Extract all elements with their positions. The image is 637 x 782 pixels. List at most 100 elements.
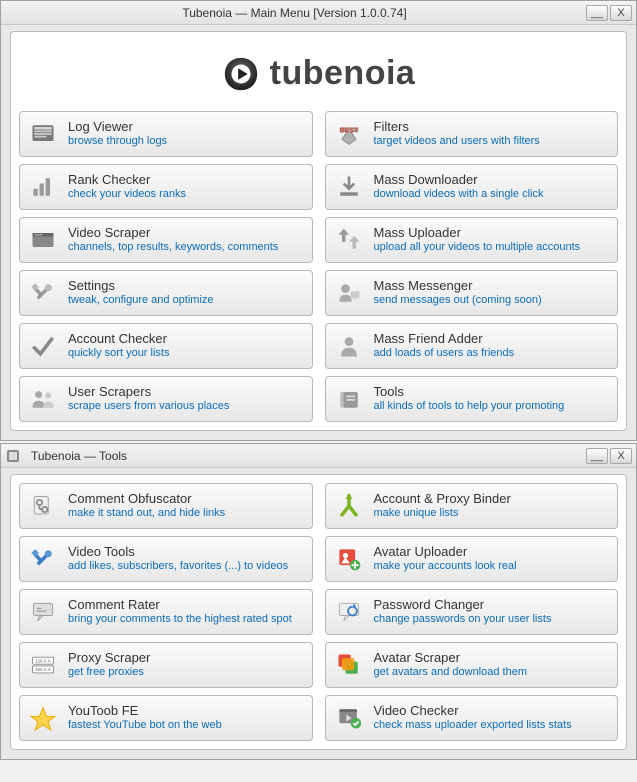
- menu-item-subtitle: make it stand out, and hide links: [68, 507, 225, 520]
- menu-item-text: User Scrapersscrape users from various p…: [68, 385, 229, 413]
- menu-item-subtitle: quickly sort your lists: [68, 347, 169, 360]
- tools-minimize-button[interactable]: __: [586, 448, 608, 464]
- menu-item-filters[interactable]: BEST Filterstarget videos and users with …: [325, 111, 619, 157]
- menu-item-title: Password Changer: [374, 598, 552, 613]
- logo-text: tubenoia: [270, 54, 416, 93]
- svg-text:BEST: BEST: [339, 127, 358, 134]
- menu-item-text: Account & Proxy Bindermake unique lists: [374, 492, 511, 520]
- menu-item-text: Settingstweak, configure and optimize: [68, 279, 214, 307]
- menu-item-mass-downloader[interactable]: Mass Downloaderdownload videos with a si…: [325, 164, 619, 210]
- user-scrapers-icon: [28, 384, 58, 414]
- menu-item-title: Comment Obfuscator: [68, 492, 225, 507]
- menu-item-subtitle: fastest YouTube bot on the web: [68, 719, 222, 732]
- menu-item-youtoob-fe[interactable]: YouToob FEfastest YouTube bot on the web: [19, 695, 313, 741]
- video-tools-icon: [28, 544, 58, 574]
- menu-item-comment-rater[interactable]: Comment Raterbring your comments to the …: [19, 589, 313, 635]
- menu-item-title: Filters: [374, 120, 540, 135]
- menu-item-title: Mass Uploader: [374, 226, 581, 241]
- menu-item-rank-checker[interactable]: Rank Checkercheck your videos ranks: [19, 164, 313, 210]
- menu-item-proxy-scraper[interactable]: 128.X.X255.X.X Proxy Scraperget free prox…: [19, 642, 313, 688]
- menu-item-title: Account & Proxy Binder: [374, 492, 511, 507]
- menu-item-subtitle: tweak, configure and optimize: [68, 294, 214, 307]
- menu-item-title: Avatar Scraper: [374, 651, 528, 666]
- menu-item-title: Mass Downloader: [374, 173, 544, 188]
- main-titlebar: Tubenoia — Main Menu [Version 1.0.0.74] …: [1, 1, 636, 25]
- menu-item-log-viewer[interactable]: Log Viewerbrowse through logs: [19, 111, 313, 157]
- menu-item-text: Proxy Scraperget free proxies: [68, 651, 150, 679]
- menu-item-text: Avatar Scraperget avatars and download t…: [374, 651, 528, 679]
- main-menu-grid: Log Viewerbrowse through logs BEST Filters…: [19, 111, 618, 422]
- mass-uploader-icon: [334, 225, 364, 255]
- menu-item-title: Avatar Uploader: [374, 545, 517, 560]
- password-changer-icon: [334, 597, 364, 627]
- menu-item-video-checker[interactable]: Video Checkercheck mass uploader exporte…: [325, 695, 619, 741]
- youtoob-fe-icon: [28, 703, 58, 733]
- menu-item-text: Mass Friend Adderadd loads of users as f…: [374, 332, 515, 360]
- menu-item-title: Comment Rater: [68, 598, 292, 613]
- menu-item-subtitle: channels, top results, keywords, comment…: [68, 241, 278, 254]
- menu-item-text: Mass Messengersend messages out (coming …: [374, 279, 542, 307]
- menu-item-subtitle: change passwords on your user lists: [374, 613, 552, 626]
- minimize-button[interactable]: __: [586, 5, 608, 21]
- menu-item-password-changer[interactable]: Password Changerchange passwords on your…: [325, 589, 619, 635]
- menu-item-text: Comment Obfuscatormake it stand out, and…: [68, 492, 225, 520]
- menu-item-text: Toolsall kinds of tools to help your pro…: [374, 385, 565, 413]
- menu-item-text: YouToob FEfastest YouTube bot on the web: [68, 704, 222, 732]
- menu-item-title: Tools: [374, 385, 565, 400]
- close-button[interactable]: X: [610, 5, 632, 21]
- menu-item-settings[interactable]: Settingstweak, configure and optimize: [19, 270, 313, 316]
- menu-item-mass-messenger[interactable]: Mass Messengersend messages out (coming …: [325, 270, 619, 316]
- menu-item-text: Mass Downloaderdownload videos with a si…: [374, 173, 544, 201]
- rank-checker-icon: [28, 172, 58, 202]
- menu-item-mass-uploader[interactable]: Mass Uploaderupload all your videos to m…: [325, 217, 619, 263]
- menu-item-subtitle: send messages out (coming soon): [374, 294, 542, 307]
- main-window-title: Tubenoia — Main Menu [Version 1.0.0.74]: [5, 6, 584, 20]
- menu-item-account-checker[interactable]: Account Checkerquickly sort your lists: [19, 323, 313, 369]
- tools-icon: [334, 384, 364, 414]
- menu-item-title: YouToob FE: [68, 704, 222, 719]
- menu-item-subtitle: target videos and users with filters: [374, 135, 540, 148]
- menu-item-title: Mass Messenger: [374, 279, 542, 294]
- menu-item-title: Video Tools: [68, 545, 288, 560]
- tools-grid: Comment Obfuscatormake it stand out, and…: [19, 483, 618, 741]
- comment-obfuscator-icon: [28, 491, 58, 521]
- menu-item-title: Video Checker: [374, 704, 572, 719]
- menu-item-text: Password Changerchange passwords on your…: [374, 598, 552, 626]
- tubenoia-logo-icon: [222, 55, 260, 93]
- menu-item-video-scraper[interactable]: Video Scraperchannels, top results, keyw…: [19, 217, 313, 263]
- tools-app-icon: [5, 448, 21, 464]
- main-menu-window: Tubenoia — Main Menu [Version 1.0.0.74] …: [0, 0, 637, 441]
- menu-item-tools[interactable]: Toolsall kinds of tools to help your pro…: [325, 376, 619, 422]
- menu-item-subtitle: add loads of users as friends: [374, 347, 515, 360]
- menu-item-avatar-scraper[interactable]: Avatar Scraperget avatars and download t…: [325, 642, 619, 688]
- mass-messenger-icon: [334, 278, 364, 308]
- menu-item-account-proxy-binder[interactable]: Account & Proxy Bindermake unique lists: [325, 483, 619, 529]
- tools-close-button[interactable]: X: [610, 448, 632, 464]
- menu-item-text: Log Viewerbrowse through logs: [68, 120, 167, 148]
- avatar-scraper-icon: [334, 650, 364, 680]
- proxy-scraper-icon: 128.X.X255.X.X: [28, 650, 58, 680]
- menu-item-subtitle: browse through logs: [68, 135, 167, 148]
- menu-item-video-tools[interactable]: Video Toolsadd likes, subscribers, favor…: [19, 536, 313, 582]
- menu-item-title: Account Checker: [68, 332, 169, 347]
- mass-downloader-icon: [334, 172, 364, 202]
- menu-item-text: Mass Uploaderupload all your videos to m…: [374, 226, 581, 254]
- settings-icon: [28, 278, 58, 308]
- menu-item-subtitle: upload all your videos to multiple accou…: [374, 241, 581, 254]
- menu-item-subtitle: check mass uploader exported lists stats: [374, 719, 572, 732]
- menu-item-text: Comment Raterbring your comments to the …: [68, 598, 292, 626]
- main-content: tubenoia Log Viewerbrowse through logs BE…: [10, 31, 627, 431]
- menu-item-text: Rank Checkercheck your videos ranks: [68, 173, 186, 201]
- mass-friend-adder-icon: [334, 331, 364, 361]
- menu-item-comment-obfuscator[interactable]: Comment Obfuscatormake it stand out, and…: [19, 483, 313, 529]
- menu-item-title: Video Scraper: [68, 226, 278, 241]
- menu-item-subtitle: get free proxies: [68, 666, 150, 679]
- menu-item-subtitle: all kinds of tools to help your promotin…: [374, 400, 565, 413]
- menu-item-avatar-uploader[interactable]: Avatar Uploadermake your accounts look r…: [325, 536, 619, 582]
- menu-item-mass-friend-adder[interactable]: Mass Friend Adderadd loads of users as f…: [325, 323, 619, 369]
- tools-titlebar: Tubenoia — Tools __ X: [1, 444, 636, 468]
- menu-item-user-scrapers[interactable]: User Scrapersscrape users from various p…: [19, 376, 313, 422]
- avatar-uploader-icon: [334, 544, 364, 574]
- log-viewer-icon: [28, 119, 58, 149]
- menu-item-title: Proxy Scraper: [68, 651, 150, 666]
